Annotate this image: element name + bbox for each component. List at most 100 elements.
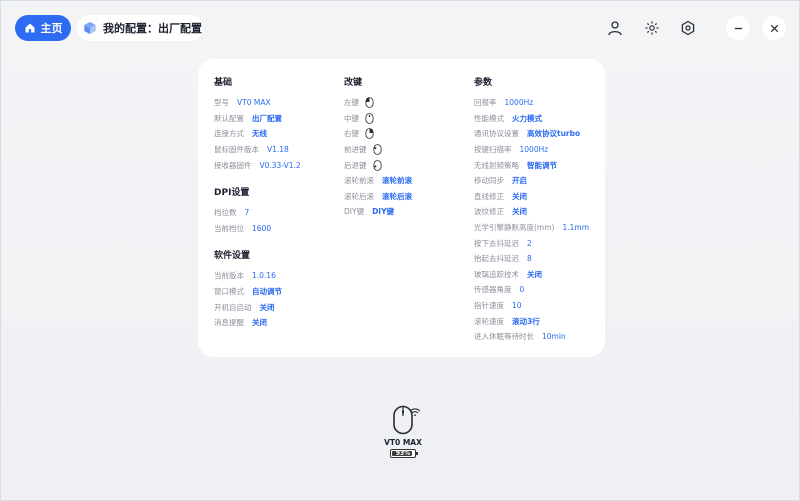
row-label: 无线射频策略 — [474, 160, 519, 170]
forward-button-icon — [372, 144, 382, 155]
row-label: 指针速度 — [474, 301, 504, 311]
info-row: 开机自启动 关闭 — [214, 299, 342, 315]
row-label: 前进键 — [344, 145, 367, 155]
info-row: 进入休眠等待时长 10min — [474, 329, 602, 345]
info-row: 接收器固件 V0.33-V1.2 — [214, 157, 342, 173]
row-label: 档位数 — [214, 208, 237, 218]
lighting-button[interactable] — [641, 17, 663, 39]
info-row: 窗口模式 自动调节 — [214, 284, 342, 300]
row-label: 连接方式 — [214, 129, 244, 139]
info-row: 回报率 1000Hz — [474, 95, 602, 111]
row-label: 型号 — [214, 98, 229, 108]
back-button-icon — [372, 159, 382, 171]
software-title: 软件设置 — [214, 251, 251, 262]
info-row: 按键扫描率 1000Hz — [474, 142, 602, 158]
row-value: 无线 — [252, 129, 267, 139]
row-value: 2 — [527, 238, 532, 248]
info-row: 左键 — [344, 95, 472, 111]
row-value: 高效协议turbo — [527, 129, 581, 139]
battery-percent: 93% — [395, 450, 411, 457]
row-label: 光学引擎静默高度(mm) — [474, 223, 555, 233]
info-row: 滚轮后滚 滚轮后滚 — [344, 189, 472, 205]
row-value: 0 — [519, 285, 525, 295]
info-row: 传感器角度 0 — [474, 282, 602, 298]
row-value: 7 — [244, 208, 250, 218]
row-label: 抬起去抖延迟 — [474, 254, 519, 264]
info-row: 后退键 — [344, 157, 472, 173]
info-row: 无线射频策略 智能调节 — [474, 157, 602, 173]
row-label: 波纹修正 — [474, 207, 504, 217]
row-value: 关闭 — [512, 207, 527, 217]
row-label: 右键 — [344, 129, 359, 139]
row-value: 1600 — [252, 223, 272, 233]
row-label: 按键扫描率 — [474, 145, 512, 155]
basic-column: 基础 型号 VT0 MAX 默认配置 出厂配置 连接方式 无线 鼠标固件版本 V1.18… — [214, 75, 342, 331]
row-label: 性能模式 — [474, 113, 504, 123]
device-status[interactable]: VT0 MAX 93% — [373, 405, 433, 465]
right-click-icon — [365, 128, 374, 140]
row-value: 智能调节 — [527, 160, 557, 170]
dpi-title: DPI设置 — [214, 187, 250, 198]
info-row: 玻璃追踪技术 关闭 — [474, 267, 602, 283]
row-label: 传感器角度 — [474, 285, 512, 295]
row-label: 滚轮前滚 — [344, 176, 374, 186]
row-value: VT0 MAX — [237, 98, 271, 108]
row-value: 自动调节 — [252, 287, 282, 297]
basic-title: 基础 — [214, 78, 233, 88]
info-card: 基础 型号 VT0 MAX 默认配置 出厂配置 连接方式 无线 鼠标固件版本 V1.18… — [198, 59, 605, 357]
row-value: 火力模式 — [512, 113, 542, 123]
row-label: 窗口模式 — [214, 287, 244, 297]
info-row: 连接方式 无线 — [214, 126, 342, 142]
row-label: 移动同步 — [474, 176, 504, 186]
row-value: 10 — [512, 301, 522, 311]
row-label: 回报率 — [474, 98, 497, 108]
left-click-icon — [365, 97, 374, 109]
close-icon — [770, 24, 778, 32]
row-value: V0.33-V1.2 — [259, 160, 301, 170]
info-row: 滚轮前滚 滚轮前滚 — [344, 173, 472, 189]
device-name: VT0 MAX — [384, 438, 422, 447]
row-value: DIY键 — [372, 207, 395, 217]
settings-button[interactable] — [677, 17, 699, 39]
brightness-icon — [645, 21, 659, 35]
home-icon — [25, 23, 34, 33]
info-row: 抬起去抖延迟 8 — [474, 251, 602, 267]
info-row: 光学引擎静默高度(mm) 1.1mm — [474, 220, 602, 236]
info-row: 指针速度 10 — [474, 298, 602, 314]
info-row: 右键 — [344, 126, 472, 142]
info-row: 通讯协议设置 高效协议turbo — [474, 126, 602, 142]
config-selector[interactable]: 我的配置：出厂配置 — [77, 15, 203, 41]
row-label: 进入休眠等待时长 — [474, 332, 534, 342]
info-row: 型号 VT0 MAX — [214, 95, 342, 111]
info-row: 移动同步 开启 — [474, 173, 602, 189]
account-button[interactable] — [604, 17, 626, 39]
row-label: 鼠标固件版本 — [214, 145, 259, 155]
info-row: 默认配置 出厂配置 — [214, 111, 342, 127]
info-row: 前进键 — [344, 142, 472, 158]
info-row: 当前版本 1.0.16 — [214, 268, 342, 284]
row-value: 8 — [527, 254, 532, 264]
row-value: 1000Hz — [519, 145, 549, 155]
minimize-button[interactable] — [726, 16, 750, 40]
wireless-signal-icon — [409, 408, 421, 417]
row-label: 左键 — [344, 98, 359, 108]
params-title: 参数 — [474, 78, 493, 88]
info-row: 当前档位 1600 — [214, 221, 342, 237]
info-row: 中键 — [344, 111, 472, 127]
row-value: 开启 — [512, 176, 527, 186]
info-row: 直线修正 关闭 — [474, 189, 602, 205]
row-label: 接收器固件 — [214, 160, 252, 170]
info-row: 按下去抖延迟 2 — [474, 235, 602, 251]
row-label: 当前档位 — [214, 223, 244, 233]
close-button[interactable] — [762, 16, 786, 40]
info-row: 性能模式 火力模式 — [474, 111, 602, 127]
home-button[interactable]: 主页 — [15, 15, 71, 41]
row-value: 关闭 — [512, 191, 527, 201]
row-value: 滚动3行 — [512, 316, 540, 326]
row-label: DIY键 — [344, 207, 365, 217]
gear-icon — [681, 20, 695, 36]
row-label: 通讯协议设置 — [474, 129, 519, 139]
row-value: 关闭 — [527, 269, 542, 279]
row-value: 1000Hz — [504, 98, 534, 108]
row-value: 滚轮前滚 — [382, 176, 412, 186]
